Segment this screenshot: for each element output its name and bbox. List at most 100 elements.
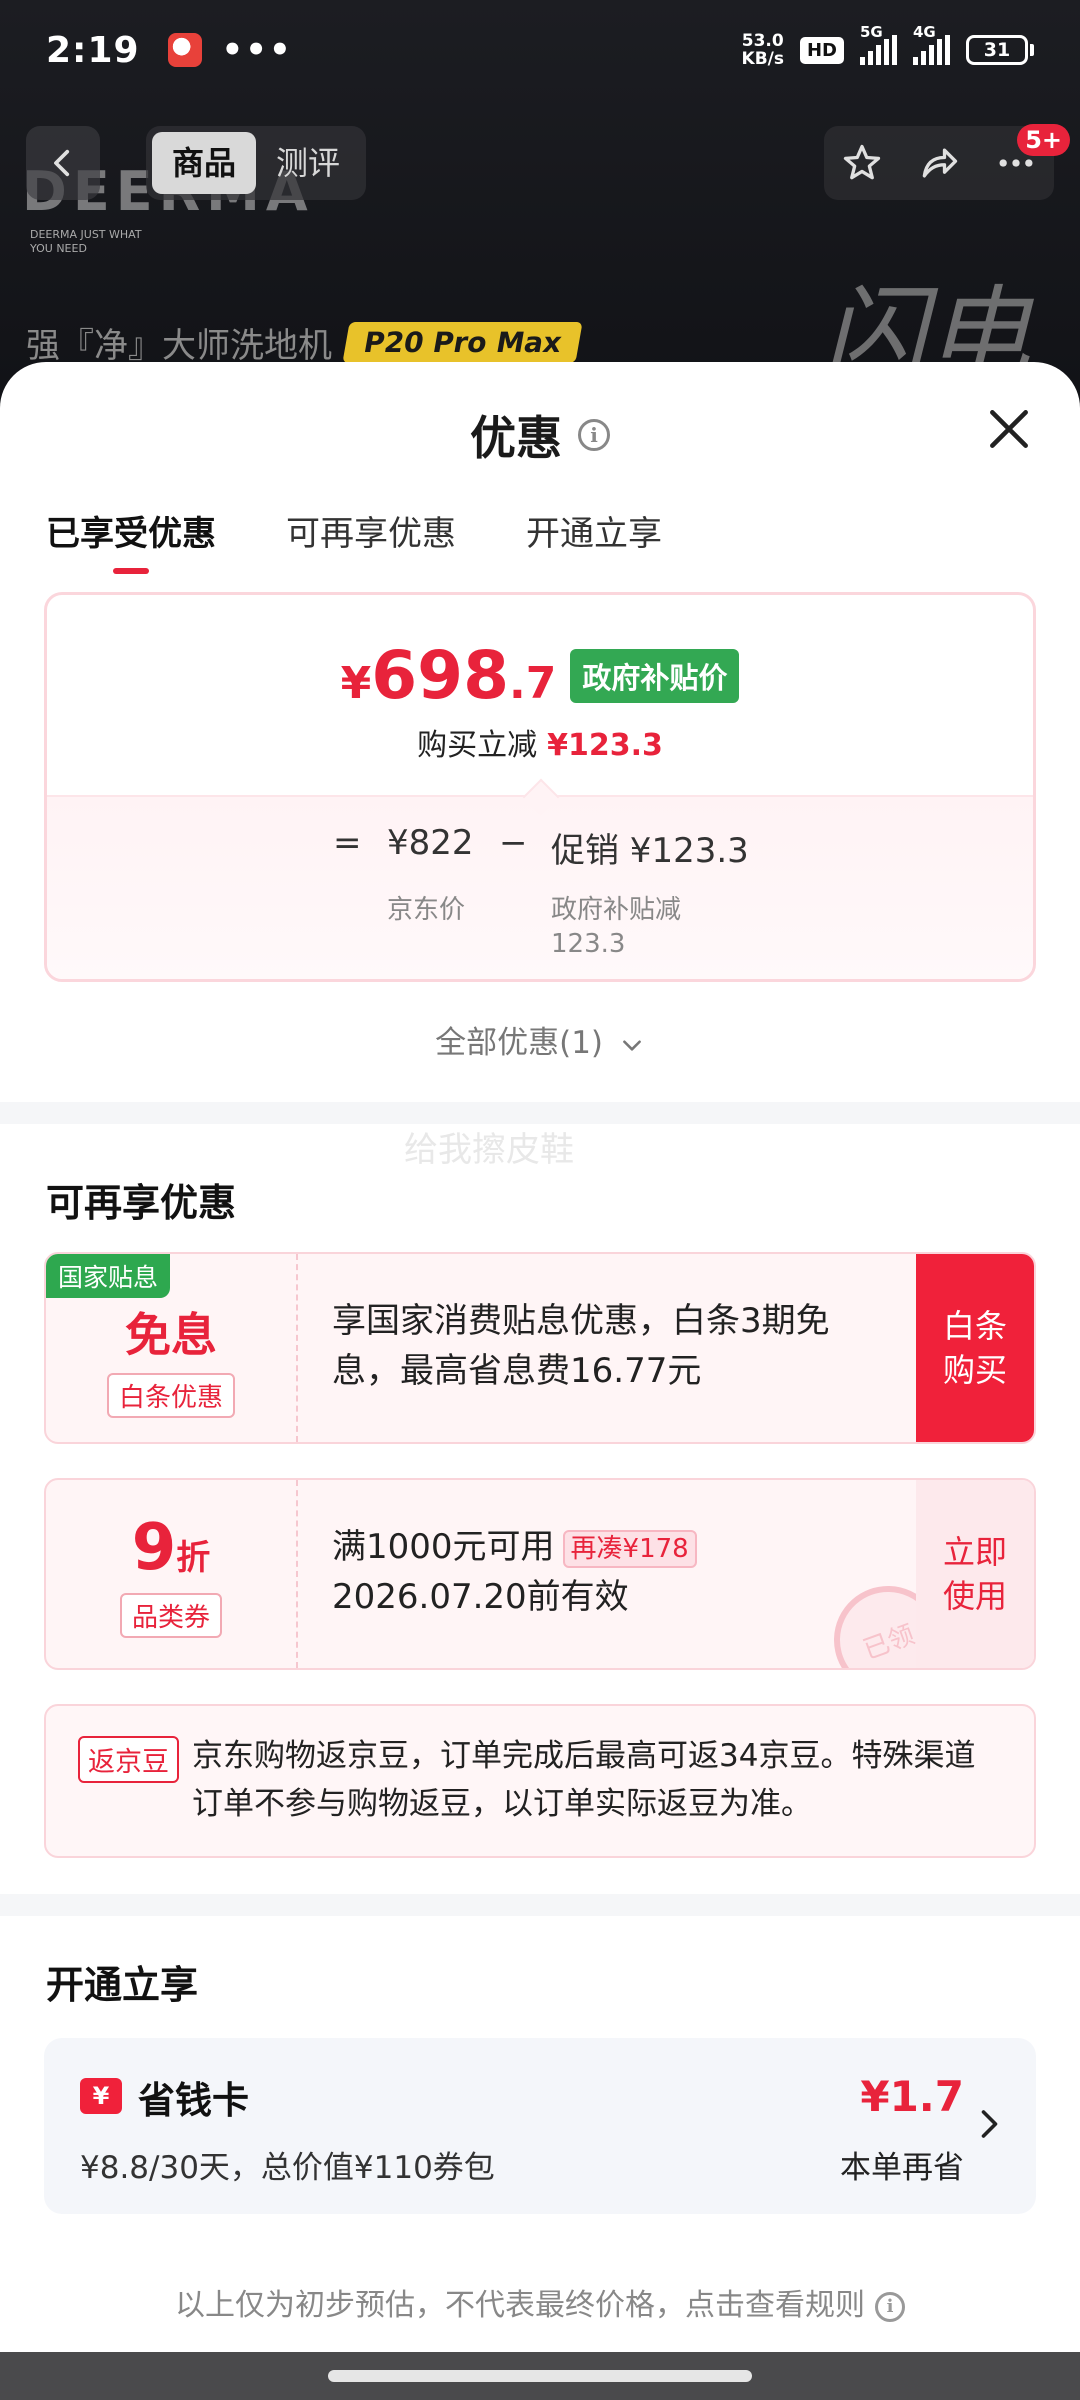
savings-card-icon: ¥ (80, 2078, 122, 2114)
calc-row: = ¥822 − 促销 ¥123.3 (47, 823, 1033, 873)
promo-sub-label: 政府补贴减 123.3 (551, 893, 681, 961)
info-icon: i (875, 2291, 905, 2322)
chevron-down-icon (623, 1039, 641, 1051)
promo-sub-line: 政府补贴减 (551, 895, 682, 925)
status-bar: 2:19 ••• 53.0 KB/s HD 5G 4G 31 (0, 0, 1080, 100)
savings-card-desc: ¥8.8/30天，总价值¥110券包 (80, 2150, 495, 2186)
navigation-bar (0, 2352, 1080, 2400)
network-speed: 53.0 KB/s (742, 32, 784, 68)
brand-slogan-line: YOU NEED (30, 242, 87, 255)
gov-subsidy-tag: 政府补贴价 (570, 648, 740, 703)
hd-voice-icon: HD (799, 36, 844, 64)
instant-discount-label: 购买立减 (417, 728, 538, 763)
all-promos-toggle[interactable]: 全部优惠(1) (0, 1017, 1080, 1062)
button-line: 购买 (942, 1351, 1007, 1389)
signal-5g-icon: 5G (860, 23, 897, 65)
chevron-right-icon (981, 2110, 998, 2138)
app-notification-icon (167, 33, 202, 67)
tab-enjoyed[interactable]: 已享受优惠 (46, 506, 216, 574)
sheet-title-row: 优惠 i (0, 402, 1080, 468)
tab-open-enjoy[interactable]: 开通立享 (526, 506, 662, 568)
coupon-description: 满1000元可用 再凑¥178 2026.07.20前有效 (332, 1522, 894, 1622)
coupon-sub-label: 品类券 (119, 1592, 222, 1638)
tab-review[interactable]: 测评 (256, 132, 360, 194)
favorite-star-icon[interactable] (840, 141, 884, 185)
baitiao-buy-button[interactable]: 白条 购买 (916, 1254, 1034, 1442)
coupon-expiry: 2026.07.20前有效 (332, 1577, 629, 1617)
close-icon[interactable] (984, 404, 1034, 454)
coupon-left: 国家贴息 免息 白条优惠 (46, 1254, 298, 1442)
savings-card-name: 省钱卡 (138, 2079, 249, 2122)
price-breakdown-card: ¥698.7 政府补贴价 购买立减 ¥123.3 = ¥822 − 促销 ¥123… (44, 592, 1036, 982)
product-page-backdrop: 2:19 ••• 53.0 KB/s HD 5G 4G 31 DEERMA D (0, 0, 1080, 420)
network-speed-value: 53.0 (741, 31, 784, 51)
product-tabs: 商品 测评 (146, 126, 367, 200)
final-price-section: ¥698.7 政府补贴价 购买立减 ¥123.3 (47, 595, 1033, 795)
savings-amount: ¥1.7 (860, 2072, 964, 2121)
coupon-category-discount: 9折 品类券 满1000元可用 再凑¥178 2026.07.20前有效 已领 立… (44, 1478, 1036, 1670)
savings-label: 本单再省 (840, 2150, 964, 2186)
product-title-strip: 强『净』大师洗地机 P20 Pro Max (26, 318, 583, 367)
section-title-open: 开通立享 (46, 1963, 199, 2007)
discount-sheet: 优惠 i 已享受优惠 可再享优惠 开通立享 ¥698.7 政府补贴价 购买立减 ¥… (0, 362, 1080, 2352)
final-price: ¥698.7 (341, 637, 557, 714)
coupon-discount-value: 9折 (132, 1511, 211, 1585)
currency-symbol: ¥ (340, 658, 372, 709)
coupon-description: 享国家消费贴息优惠，白条3期免息，最高省息费16.77元 (332, 1301, 830, 1391)
rules-footnote[interactable]: 以上仅为初步预估，不代表最终价格，点击查看规则 i (0, 2280, 1080, 2324)
price-decimal: .7 (509, 658, 557, 709)
button-line: 立即 (942, 1533, 1007, 1571)
brand-slogan: DEERMA JUST WHAT YOU NEED (30, 228, 142, 256)
brand-slogan-line: DEERMA JUST WHAT (30, 228, 142, 241)
info-icon[interactable]: i (578, 419, 610, 451)
home-indicator[interactable] (328, 2370, 752, 2382)
more-notifications-icon: ••• (221, 30, 293, 70)
coupon-sub-label: 白条优惠 (106, 1372, 235, 1418)
product-actions: 5+ (824, 124, 1070, 200)
section-title-more: 可再享优惠 (46, 1181, 237, 1225)
coupon-main-label: 免息 (125, 1307, 217, 1362)
sheet-title: 优惠 (470, 411, 562, 465)
section-divider (0, 1894, 1080, 1916)
chevron-left-icon (54, 149, 70, 177)
discount-tabs: 已享受优惠 可再享优惠 开通立享 (0, 506, 1080, 574)
footnote-text: 以上仅为初步预估，不代表最终价格，点击查看规则 (175, 2288, 865, 2323)
section-divider (0, 1102, 1080, 1124)
status-indicators: 53.0 KB/s HD 5G 4G 31 (742, 23, 1034, 68)
coupon-interest-free: 国家贴息 免息 白条优惠 享国家消费贴息优惠，白条3期免息，最高省息费16.77… (44, 1252, 1036, 1444)
discount-number: 9 (131, 1510, 177, 1585)
use-now-button[interactable]: 立即 使用 (916, 1480, 1034, 1668)
signal-4g-label: 4G (913, 23, 936, 41)
coupon-condition: 满1000元可用 (332, 1527, 555, 1567)
button-line: 使用 (942, 1577, 1007, 1615)
savings-card[interactable]: ¥ 省钱卡 ¥8.8/30天，总价值¥110券包 ¥1.7 本单再省 (44, 2038, 1036, 2214)
price-calculation: = ¥822 − 促销 ¥123.3 京东价 政府补贴减 123.3 (47, 795, 1033, 979)
promo-amount: 促销 ¥123.3 (551, 831, 749, 871)
jd-price-label: 京东价 (387, 895, 466, 925)
product-name: 强『净』大师洗地机 (26, 326, 332, 366)
coupon-left: 9折 品类券 (46, 1480, 298, 1668)
promo-sub-line: 123.3 (551, 929, 626, 959)
equals-sign: = (333, 823, 362, 863)
national-subsidy-tag: 国家贴息 (46, 1254, 171, 1298)
model-tag: P20 Pro Max (342, 322, 583, 363)
bean-tag: 返京豆 (78, 1736, 179, 1783)
network-speed-unit: KB/s (741, 49, 784, 69)
bean-description: 京东购物返京豆，订单完成后最高可返34京豆。特殊渠道订单不参与购物返豆，以订单实… (192, 1738, 976, 1822)
battery-icon: 31 (966, 35, 1034, 65)
status-time: 2:19 (46, 29, 140, 71)
back-button[interactable] (26, 126, 100, 200)
signal-4g-icon: 4G (913, 23, 950, 65)
tab-product[interactable]: 商品 (152, 132, 257, 194)
final-price-row: ¥698.7 政府补贴价 (47, 595, 1033, 714)
minus-sign: − (499, 823, 528, 863)
signal-5g-label: 5G (860, 23, 883, 41)
discount-unit: 折 (176, 1537, 211, 1578)
tab-more-available[interactable]: 可再享优惠 (286, 506, 456, 568)
jd-bean-card: 返京豆 京东购物返京豆，订单完成后最高可返34京豆。特殊渠道订单不参与购物返豆，… (44, 1704, 1036, 1858)
instant-discount-row: 购买立减 ¥123.3 (47, 720, 1033, 764)
button-line: 白条 (942, 1307, 1007, 1345)
add-more-tag: 再凑¥178 (562, 1529, 697, 1568)
all-promos-label: 全部优惠(1) (435, 1025, 604, 1061)
share-icon[interactable] (917, 141, 961, 185)
